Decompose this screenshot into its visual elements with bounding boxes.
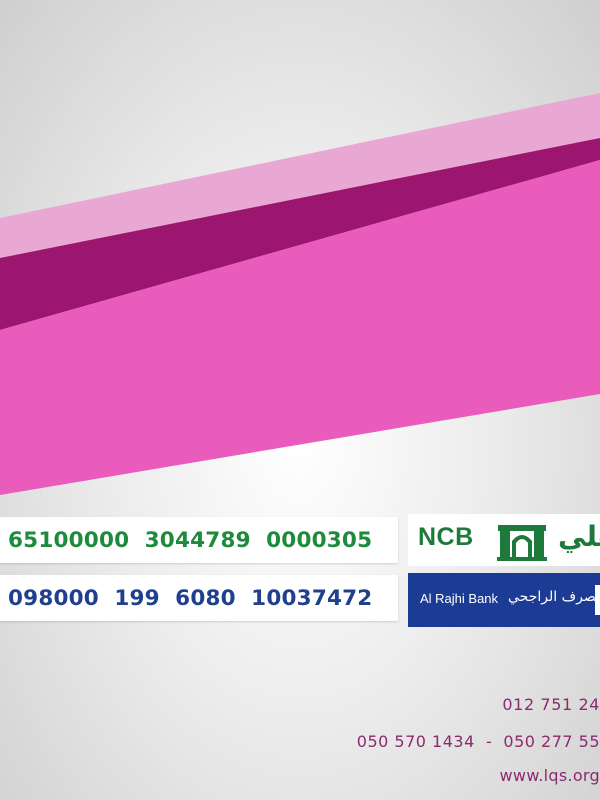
rajhi-logo: Al Rajhi Bank مصرف الراجحي xyxy=(408,573,600,627)
ncb-logo-arabic: الأهلي xyxy=(558,520,600,553)
rajhi-account-number: 098000 199 6080 10037472 xyxy=(8,585,373,611)
rajhi-logo-text: Al Rajhi Bank xyxy=(420,591,499,606)
ncb-logo-text: NCB xyxy=(418,523,474,551)
gate-icon xyxy=(497,525,547,561)
rajhi-logo-arabic: مصرف الراجحي xyxy=(508,589,600,605)
phone-landline: 012 751 24 xyxy=(502,695,600,714)
website-link[interactable]: www.lqs.org xyxy=(0,766,600,785)
ncb-account-row: 65100000 3044789 0000305 xyxy=(0,517,398,563)
rajhi-account-row: 098000 199 6080 10037472 xyxy=(0,575,398,621)
ncb-logo: NCB الأهلي xyxy=(408,514,600,566)
ncb-account-number: 65100000 3044789 0000305 xyxy=(8,527,373,553)
rajhi-mark-icon xyxy=(595,585,600,615)
phone-mobiles: 050 570 1434 - 050 277 55 xyxy=(356,732,600,751)
decorative-bands xyxy=(0,93,600,495)
